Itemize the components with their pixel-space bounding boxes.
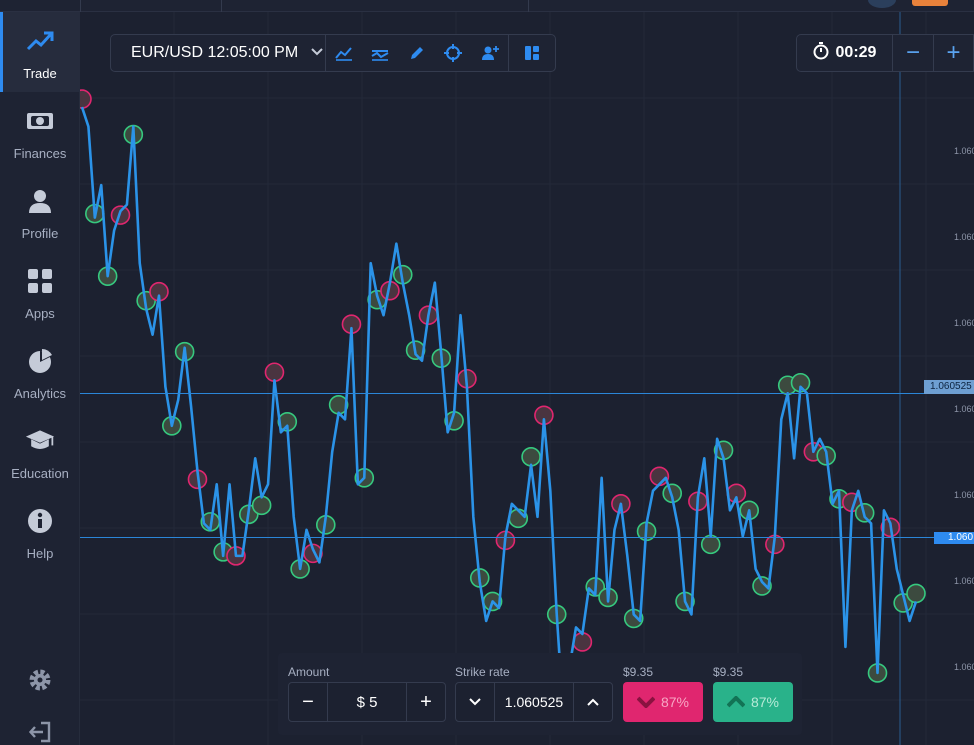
price-axis-label: 1.060 (954, 490, 974, 500)
trade-panel: Amount − $ 5 + Strike rate 1.060525 $9.3… (278, 653, 802, 735)
sidebar-item-label: Finances (13, 146, 67, 161)
trending-up-icon (25, 26, 55, 56)
chevron-up-icon (587, 698, 599, 706)
trader-avatar-marker (906, 583, 926, 604)
layout-icon[interactable] (507, 35, 555, 71)
sidebar-item-label: Apps (25, 306, 55, 321)
price-axis-label: 1.060 (954, 318, 974, 328)
price-axis-label: 1.060 (954, 146, 974, 156)
sidebar-item-apps[interactable]: Apps (0, 252, 80, 332)
down-percent: 87% (660, 694, 690, 710)
trader-avatar-marker (572, 632, 593, 652)
apps-grid-icon (25, 266, 55, 296)
up-payout-label: $9.35 (713, 665, 744, 679)
sidebar-item-label: Analytics (13, 386, 67, 401)
price-chart-svg (80, 12, 974, 745)
strike-rate-input[interactable]: 1.060525 (494, 683, 574, 721)
trade-down-button[interactable]: 87% (623, 682, 703, 722)
timer-increase-button[interactable]: + (933, 35, 973, 71)
trade-up-button[interactable]: 87% (713, 682, 793, 722)
strike-level-line (80, 537, 934, 538)
deposit-button[interactable] (912, 0, 948, 6)
header-divider (80, 0, 81, 12)
header-divider (528, 0, 529, 12)
amount-label: Amount (288, 665, 330, 679)
price-axis-label: 1.060 (954, 662, 974, 672)
pie-chart-icon (25, 346, 55, 376)
crosshair-icon[interactable] (435, 35, 471, 71)
strike-rate-stepper: 1.060525 (455, 682, 613, 722)
expiry-timer: 00:29 − + (796, 34, 974, 72)
strike-down-button[interactable] (456, 683, 494, 721)
amount-stepper: − $ 5 + (288, 682, 446, 722)
amount-increase-button[interactable]: + (407, 683, 445, 721)
strike-up-button[interactable] (574, 683, 612, 721)
sidebar-item-analytics[interactable]: Analytics (0, 332, 80, 412)
sidebar: Trade Finances Profile Apps Analytics Ed… (0, 12, 80, 745)
top-header-strip (0, 0, 974, 12)
logout-icon[interactable] (26, 718, 54, 745)
amount-decrease-button[interactable]: − (289, 683, 327, 721)
sidebar-item-label: Help (26, 546, 54, 561)
sidebar-item-label: Education (11, 466, 69, 481)
down-payout-label: $9.35 (623, 665, 654, 679)
trader-avatar-marker (700, 534, 721, 555)
amount-input[interactable]: $ 5 (327, 683, 407, 721)
gear-icon[interactable] (26, 666, 54, 694)
chevron-down-icon (310, 44, 324, 62)
timer-value: 00:29 (835, 44, 877, 61)
user-icon (25, 186, 55, 216)
header-divider (221, 0, 222, 12)
timer-decrease-button[interactable]: − (893, 35, 933, 71)
price-axis-label: 1.060 (954, 232, 974, 242)
trader-avatar-marker (80, 89, 92, 109)
up-percent: 87% (750, 694, 780, 710)
price-axis-label: 1.060 (954, 404, 974, 414)
pencil-icon[interactable] (399, 35, 435, 71)
arrow-down-icon (636, 696, 655, 708)
line-chart-icon[interactable] (326, 35, 362, 71)
trader-avatar-marker (264, 362, 285, 383)
price-line (80, 106, 918, 714)
banknote-icon (25, 106, 55, 136)
sidebar-item-profile[interactable]: Profile (0, 172, 80, 252)
sidebar-item-label: Profile (21, 226, 59, 241)
account-avatar[interactable] (868, 0, 896, 8)
arrow-up-icon (726, 696, 745, 708)
chart-toolbar: EUR/USD 12:05:00 PM (110, 34, 556, 72)
info-icon (25, 506, 55, 536)
sidebar-item-label: Trade (23, 66, 57, 81)
price-axis-label: 1.060 (954, 576, 974, 586)
indicators-icon[interactable] (362, 35, 398, 71)
chevron-down-icon (469, 698, 481, 706)
asset-pair-label: EUR/USD 12:05:00 PM (131, 44, 299, 61)
sidebar-item-education[interactable]: Education (0, 412, 80, 492)
current-price-line (80, 393, 934, 394)
sidebar-item-trade[interactable]: Trade (0, 12, 80, 92)
current-price-tag: 1.060525 (924, 380, 974, 394)
sidebar-item-finances[interactable]: Finances (0, 92, 80, 172)
stopwatch-icon (813, 41, 829, 65)
strike-price-tag: 1.060 (934, 532, 974, 544)
strike-rate-label: Strike rate (455, 665, 510, 679)
timer-display: 00:29 (797, 35, 893, 71)
price-chart[interactable] (80, 12, 974, 745)
asset-selector[interactable]: EUR/USD 12:05:00 PM (111, 35, 326, 71)
trader-avatar-marker (251, 495, 272, 516)
graduation-cap-icon (25, 426, 55, 456)
sidebar-item-help[interactable]: Help (0, 492, 80, 572)
add-user-icon[interactable] (471, 35, 507, 71)
trader-avatar-marker (521, 447, 541, 467)
